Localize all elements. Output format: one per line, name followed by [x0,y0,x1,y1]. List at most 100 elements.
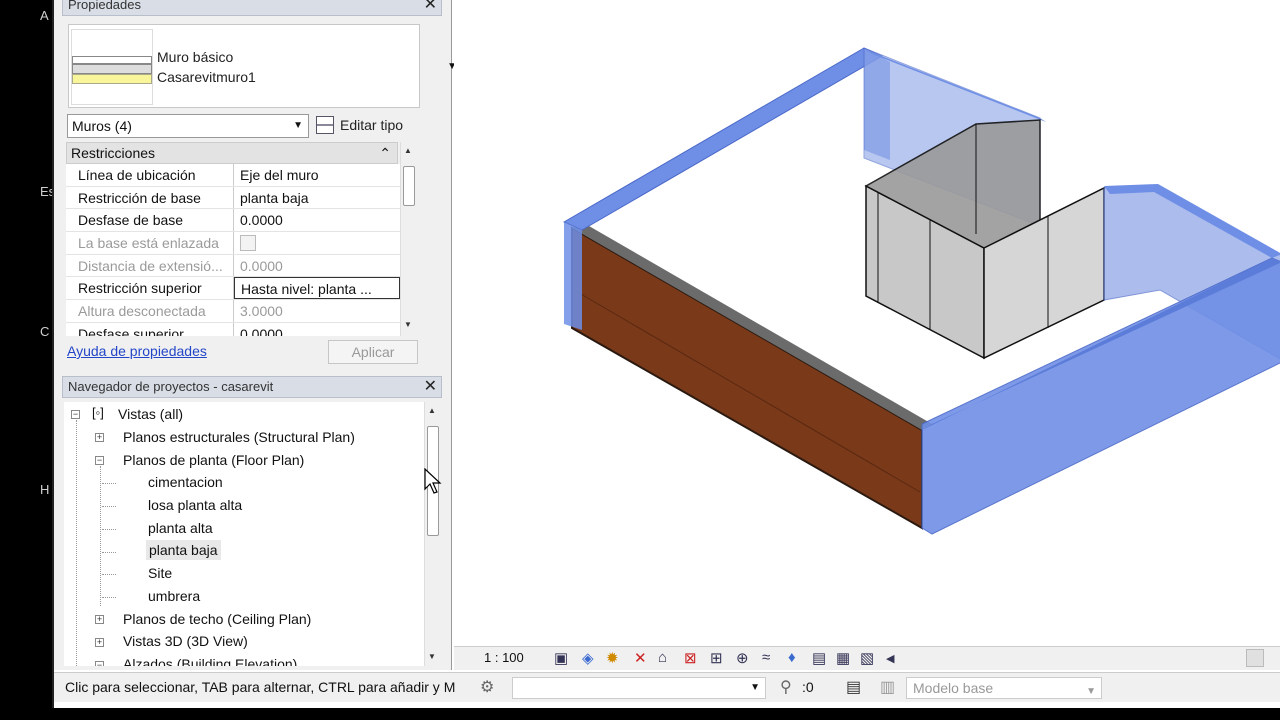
type-family: Muro básico [157,49,234,65]
property-value[interactable]: 0.0000 [234,323,400,336]
worksets-icon[interactable]: ⚙ [480,677,494,697]
wall-type-preview-icon [71,29,153,105]
tree-node-3d-view[interactable]: Vistas 3D (3D View) [123,631,248,651]
tree-leaf-site[interactable]: Site [148,563,172,583]
visual-style-icon[interactable]: ◈ [582,649,594,667]
reveal-hidden-icon[interactable]: ♦ [788,649,796,666]
property-value: 3.0000 [240,303,283,320]
tree-node-views[interactable]: Vistas (all) [118,404,183,424]
tree-node-structural-plan[interactable]: Planos estructurales (Structural Plan) [123,427,355,447]
tree-leaf-planta-alta[interactable]: planta alta [148,518,213,538]
views-icon: [◦] [92,405,104,420]
tree-node-elevation[interactable]: Alzados (Building Elevation) [123,654,297,666]
scroll-up-icon[interactable]: ▲ [428,406,436,415]
crop-view-icon[interactable]: ⊠ [684,649,697,667]
collapse-icon[interactable]: − [71,410,80,419]
property-row[interactable]: Restricción superior Hasta nivel: planta… [66,277,400,301]
property-value[interactable]: planta baja [234,187,400,209]
property-row[interactable]: Restricción de base planta baja [66,186,400,210]
type-name: Casarevitmuro1 [157,69,256,85]
tree-leaf-planta-baja[interactable]: planta baja [146,540,221,560]
strip-letter: C [40,324,50,339]
3d-viewport[interactable] [454,0,1280,670]
property-row[interactable]: Línea de ubicación Eje del muro [66,164,400,187]
section-title: Restricciones [71,145,156,161]
constraints-section-header[interactable]: Restricciones ⌃ [66,142,398,164]
tree-node-ceiling-plan[interactable]: Planos de techo (Ceiling Plan) [123,609,311,629]
show-crop-icon[interactable]: ⊞ [710,649,723,667]
chevron-down-icon: ▼ [1086,686,1096,697]
worksharing-icon[interactable]: ▦ [836,649,850,667]
base-attached-checkbox [240,235,256,252]
sun-path-icon[interactable]: ✹ [606,649,619,667]
property-value[interactable]: 0.0000 [234,209,400,231]
editable-only-icon[interactable]: ▤ [846,677,861,697]
properties-header: Propiedades ✕ [62,0,442,16]
collapse-icon[interactable]: − [95,661,104,666]
property-row: Distancia de extensió... 0.0000 [66,254,400,278]
view-scale[interactable]: 1 : 100 [484,650,524,665]
project-browser-header: Navegador de proyectos - casarevit ✕ [62,376,442,398]
revit-window: Propiedades ✕ Muro básico Casarevitmuro1… [52,0,1280,708]
tree-leaf-umbrera[interactable]: umbrera [148,586,200,606]
property-name: Desfase de base [66,209,234,232]
detail-level-icon[interactable]: ▣ [554,649,568,667]
status-bar: Clic para seleccionar, TAB para alternar… [54,672,1280,702]
scroll-down-icon[interactable]: ▼ [404,320,412,329]
instance-filter-value: Muros (4) [72,118,132,134]
tree-node-floor-plan[interactable]: Planos de planta (Floor Plan) [123,450,304,470]
scroll-up-icon[interactable]: ▲ [404,146,412,155]
property-value[interactable]: Eje del muro [234,164,400,186]
collapse-icon[interactable]: ⌃ [379,143,391,163]
top-constraint-field[interactable]: Hasta nivel: planta ... [234,277,400,300]
property-value [234,232,400,254]
close-icon[interactable]: ✕ [424,0,437,15]
left-dock-panel: Propiedades ✕ Muro básico Casarevitmuro1… [54,0,457,670]
temp-properties-icon[interactable]: ▤ [812,649,826,667]
property-row: La base está enlazada [66,232,400,255]
scroll-thumb[interactable] [403,166,415,206]
workset-dropdown[interactable]: ▼ [512,677,766,699]
chevron-down-icon: ▼ [293,120,303,131]
filter-icon[interactable]: ⚲ [780,677,792,697]
design-options-icon[interactable]: ▥ [880,677,895,697]
property-name: Altura desconectada [66,300,234,322]
tree-leaf-losa-planta-alta[interactable]: losa planta alta [148,495,242,515]
instance-filter-dropdown[interactable]: Muros (4) ▼ [67,114,309,138]
chevron-left-icon[interactable]: ◀ [886,652,894,665]
property-row[interactable]: Desfase de base 0.0000 [66,209,400,233]
property-name: Restricción de base [66,186,234,209]
close-icon[interactable]: ✕ [424,377,437,397]
expand-icon[interactable]: + [95,615,104,624]
expand-icon[interactable]: + [95,433,104,442]
properties-scrollbar[interactable]: ▲ ▼ [400,142,416,336]
design-option-dropdown[interactable]: Modelo base ▼ [906,677,1102,699]
properties-help-link[interactable]: Ayuda de propiedades [67,343,207,359]
collapse-icon[interactable]: − [95,456,104,465]
expand-icon[interactable]: + [95,638,104,647]
wall-model-3d[interactable] [454,0,1280,646]
property-name: Distancia de extensió... [66,254,234,277]
rendering-icon[interactable]: ⌂ [658,649,667,666]
edit-type-button[interactable]: Editar tipo [316,114,403,138]
properties-title: Propiedades [68,0,141,12]
property-name: Desfase superior [66,322,234,336]
strip-letter: H [40,482,50,497]
project-browser-tree: − [◦] Vistas (all) + Planos estructurale… [64,402,434,666]
property-name: La base está enlazada [66,232,234,254]
property-row[interactable]: Desfase superior 0.0000 [66,322,400,336]
tree-leaf-cimentacion[interactable]: cimentacion [148,472,223,492]
design-option-value: Modelo base [913,680,994,696]
property-row: Altura desconectada 3.0000 [66,300,400,323]
analytical-model-icon[interactable]: ▧ [860,649,874,667]
shadows-icon[interactable]: ✕ [634,649,647,667]
apply-button[interactable]: Aplicar [328,340,418,364]
scroll-down-icon[interactable]: ▼ [428,652,436,661]
type-selector[interactable]: Muro básico Casarevitmuro1 ▼ [68,24,457,108]
lock-view-icon[interactable]: ⊕ [736,649,749,667]
temporary-hide-icon[interactable]: ≈ [762,649,770,666]
mouse-cursor-icon [424,468,442,494]
scrollbar-corner[interactable] [1246,649,1264,667]
edit-type-icon [316,116,334,134]
browser-scrollbar[interactable]: ▲ ▼ [424,402,440,666]
